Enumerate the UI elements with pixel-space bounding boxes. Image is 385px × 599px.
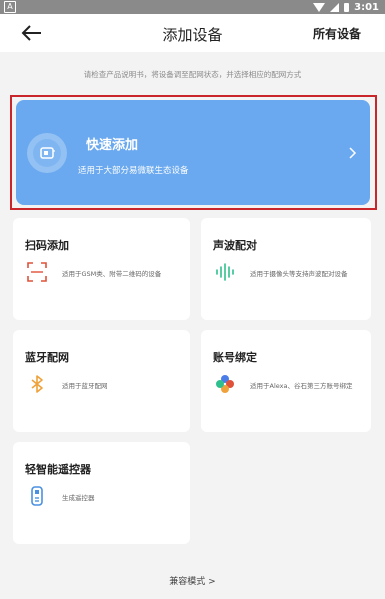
remote-control-icon <box>31 486 43 506</box>
card-description: 适用于Alexa、谷石第三方账号绑定 <box>250 382 353 390</box>
device-connect-icon <box>40 147 55 159</box>
sound-wave-card[interactable]: 声波配对 适用于摄像头等支持声波配对设备 <box>201 218 371 320</box>
nav-bar: 添加设备 所有设备 <box>0 14 385 52</box>
card-description: 适用于GSM类、附带二维码的设备 <box>62 270 162 278</box>
account-binding-card[interactable]: 账号绑定 适用于Alexa、谷石第三方账号绑定 <box>201 330 371 432</box>
compat-mode-link[interactable]: 兼容模式 > <box>0 574 385 587</box>
compat-mode-label: 兼容模式 <box>169 577 206 587</box>
battery-icon <box>344 2 350 12</box>
status-icons: 3:01 <box>313 0 379 14</box>
signal-icon <box>330 2 340 12</box>
scan-frame-icon <box>27 262 47 282</box>
scan-add-card[interactable]: 扫码添加 适用于GSM类、附带二维码的设备 <box>13 218 190 320</box>
bluetooth-card[interactable]: 蓝牙配网 适用于蓝牙配网 <box>13 330 190 432</box>
alexa-pinwheel-icon <box>216 375 234 393</box>
card-title: 蓝牙配网 <box>25 351 69 364</box>
card-title: 轻智能遥控器 <box>25 463 91 476</box>
status-bar: A 3:01 <box>0 0 385 14</box>
bluetooth-icon <box>31 375 43 393</box>
notification-icon: A <box>4 1 16 13</box>
card-title: 声波配对 <box>213 239 257 252</box>
card-title: 账号绑定 <box>213 351 257 364</box>
chevron-right-icon: > <box>208 577 216 587</box>
sound-wave-icon <box>216 263 234 281</box>
quick-add-icon-background <box>33 139 61 167</box>
instruction-hint: 请检查产品说明书，将设备调至配网状态，并选择相应的配网方式 <box>83 70 302 79</box>
status-time: 3:01 <box>354 1 379 13</box>
all-devices-link[interactable]: 所有设备 <box>313 25 361 42</box>
chevron-right-icon <box>349 147 357 159</box>
quick-add-title: 快速添加 <box>86 138 139 153</box>
quick-add-subtitle: 适用于大部分易微联生态设备 <box>78 166 189 176</box>
card-description: 生成遥控器 <box>62 494 95 502</box>
card-description: 适用于摄像头等支持声波配对设备 <box>250 270 348 278</box>
card-title: 扫码添加 <box>25 239 69 252</box>
card-description: 适用于蓝牙配网 <box>62 382 108 390</box>
wifi-icon <box>313 2 326 12</box>
remote-control-card[interactable]: 轻智能遥控器 生成遥控器 <box>13 442 190 544</box>
quick-add-icon-ring <box>27 133 67 173</box>
quick-add-card[interactable]: 快速添加 适用于大部分易微联生态设备 <box>16 100 370 205</box>
